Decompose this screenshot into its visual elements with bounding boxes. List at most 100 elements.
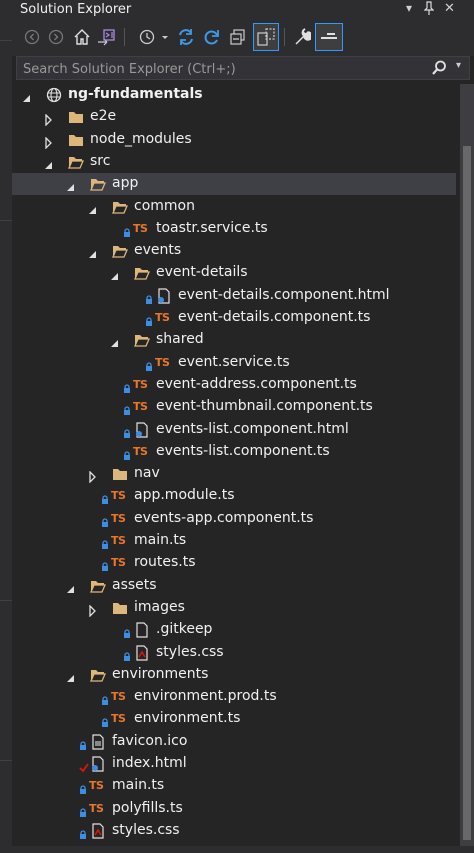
collapse-arrow-icon[interactable] xyxy=(44,156,54,169)
typescript-icon: TS xyxy=(89,801,104,815)
tree-item-styles-css[interactable]: styles.css xyxy=(12,820,456,842)
scrollbar-thumb[interactable] xyxy=(463,146,471,840)
typescript-icon: TS xyxy=(133,221,148,235)
tree-item-event-service-ts[interactable]: TS event.service.ts xyxy=(12,352,456,374)
tree-item-assets[interactable]: assets xyxy=(12,575,456,597)
expand-arrow-icon[interactable] xyxy=(88,602,98,618)
tree-item-events-list-component-ts[interactable]: TS events-list.component.ts xyxy=(12,441,456,463)
tree-item-event-thumbnail-component-ts[interactable]: TS event-thumbnail.component.ts xyxy=(12,396,456,418)
source-control-lock-icon xyxy=(145,312,153,326)
tree-item-environment-prod-ts[interactable]: TS environment.prod.ts xyxy=(12,686,456,708)
preview-icon[interactable] xyxy=(315,23,343,51)
tree-item-event-address-component-ts[interactable]: TS event-address.component.ts xyxy=(12,374,456,396)
toolbar xyxy=(12,20,474,56)
tree-item-e2e[interactable]: e2e xyxy=(12,106,456,128)
pin-icon[interactable] xyxy=(423,1,435,18)
tree-item-shared[interactable]: shared xyxy=(12,329,456,351)
search-input[interactable] xyxy=(21,59,425,79)
tree-item-label: environments xyxy=(112,665,209,682)
tree-item-events[interactable]: events xyxy=(12,240,456,262)
typescript-icon: TS xyxy=(111,690,126,704)
source-control-lock-icon xyxy=(123,379,131,393)
collapse-arrow-icon[interactable] xyxy=(66,178,76,192)
tree-item-event-details-component-ts[interactable]: TS event-details.component.ts xyxy=(12,307,456,329)
tree-item-label: polyfills.ts xyxy=(112,799,183,816)
sync-icon[interactable] xyxy=(174,24,198,50)
tree-item-index-html[interactable]: index.html xyxy=(12,753,456,775)
collapse-arrow-icon[interactable] xyxy=(110,334,120,348)
typescript-icon: TS xyxy=(111,534,126,547)
folder-open-icon xyxy=(134,332,150,348)
tree-item-app[interactable]: app xyxy=(12,173,456,196)
home-icon[interactable] xyxy=(70,24,94,50)
tree-item-label: events-app.component.ts xyxy=(134,509,314,526)
tree-item-app-module-ts[interactable]: TS app.module.ts xyxy=(12,485,456,507)
expand-arrow-icon[interactable] xyxy=(88,468,98,484)
tree-item-label: .gitkeep xyxy=(156,621,213,638)
collapse-arrow-icon[interactable] xyxy=(110,267,120,281)
tree-item-polyfills-ts[interactable]: TS polyfills.ts xyxy=(12,798,456,820)
tree-item-label: images xyxy=(134,598,185,615)
tree-item-toastr-service-ts[interactable]: TS toastr.service.ts xyxy=(12,218,456,240)
expand-arrow-icon[interactable] xyxy=(44,134,54,150)
tree-item-node-modules[interactable]: node_modules xyxy=(12,129,456,151)
history-icon[interactable] xyxy=(136,24,172,50)
tree-item-favicon-ico[interactable]: favicon.ico xyxy=(12,731,456,753)
folder-open-icon xyxy=(90,176,106,192)
tree-item-src[interactable]: src xyxy=(12,151,456,173)
source-control-lock-icon xyxy=(123,223,131,237)
tree-item-event-details[interactable]: event-details xyxy=(12,262,456,284)
tree-item-main-ts[interactable]: TS main.ts xyxy=(12,530,456,552)
tree-item-common[interactable]: common xyxy=(12,196,456,218)
collapse-arrow-icon[interactable] xyxy=(88,201,98,214)
collapse-arrow-icon[interactable] xyxy=(66,669,76,682)
typescript-icon: TS xyxy=(111,489,126,503)
collapse-all-icon[interactable] xyxy=(226,24,250,50)
refresh-icon[interactable] xyxy=(200,24,224,50)
source-control-lock-icon xyxy=(101,557,109,572)
search-box[interactable]: ▾ xyxy=(16,56,470,80)
source-control-lock-icon xyxy=(79,825,87,839)
tree-item-events-list-component-html[interactable]: events-list.component.html xyxy=(12,419,456,441)
tree-item-label: nav xyxy=(134,465,160,482)
source-control-lock-icon xyxy=(145,290,153,304)
back-icon[interactable] xyxy=(20,24,44,50)
collapse-arrow-icon[interactable] xyxy=(22,89,32,102)
vs-switch-icon[interactable] xyxy=(94,24,118,50)
folder-open-icon xyxy=(90,667,106,683)
folder-open-icon xyxy=(112,243,128,259)
properties-icon[interactable] xyxy=(290,24,314,50)
tree-item-environment-ts[interactable]: TS environment.ts xyxy=(12,708,456,730)
title-bar: Solution Explorer ▾ ✕ xyxy=(12,0,474,20)
typescript-icon: TS xyxy=(89,779,104,793)
tree-item-main-ts[interactable]: TS main.ts xyxy=(12,775,456,797)
source-control-lock-icon xyxy=(101,535,109,549)
vertical-scrollbar[interactable] xyxy=(460,84,474,853)
typescript-icon: TS xyxy=(133,400,148,414)
tree-item-gitkeep[interactable]: .gitkeep xyxy=(12,619,456,641)
forward-icon[interactable] xyxy=(44,24,68,50)
collapse-arrow-icon[interactable] xyxy=(88,245,98,259)
tree-item-ng-fundamentals[interactable]: ng-fundamentals xyxy=(12,84,456,106)
window-menu-dropdown-icon[interactable]: ▾ xyxy=(406,1,412,15)
expand-arrow-icon[interactable] xyxy=(44,111,54,127)
tree-item-label: common xyxy=(134,197,195,214)
tree-item-events-app-component-ts[interactable]: TS events-app.component.ts xyxy=(12,508,456,530)
tree-item-label: e2e xyxy=(90,108,117,125)
tree-item-event-details-component-html[interactable]: event-details.component.html xyxy=(12,285,456,307)
search-icon[interactable] xyxy=(431,60,447,80)
tree-item-styles-css[interactable]: styles.css xyxy=(12,642,456,664)
search-options-dropdown-icon[interactable]: ▾ xyxy=(456,60,461,71)
tree-item-routes-ts[interactable]: TS routes.ts xyxy=(12,552,456,574)
source-control-lock-icon xyxy=(123,446,131,460)
collapse-arrow-icon[interactable] xyxy=(66,580,76,593)
tree-item-environments[interactable]: environments xyxy=(12,664,456,686)
show-all-files-icon[interactable] xyxy=(253,23,279,51)
tree-item-label: src xyxy=(90,152,111,169)
source-control-lock-icon xyxy=(123,624,131,639)
tree-item-label: event.service.ts xyxy=(178,353,290,370)
tree-item-images[interactable]: images xyxy=(12,597,456,619)
tree-item-nav[interactable]: nav xyxy=(12,463,456,485)
tree-item-label: events-list.component.ts xyxy=(156,442,330,459)
close-icon[interactable]: ✕ xyxy=(444,1,455,16)
